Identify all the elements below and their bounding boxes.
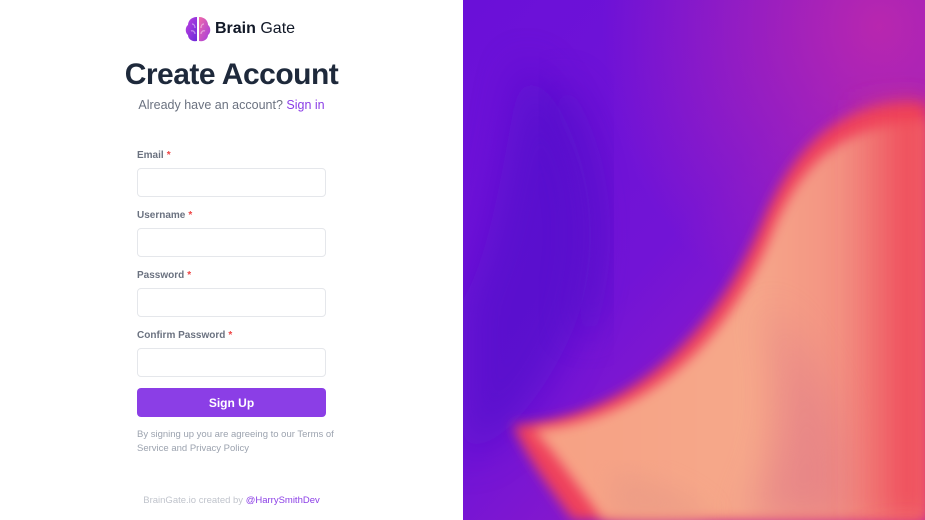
brand-logo[interactable]: Brain Gate [184, 15, 295, 43]
hero-gradient-image [463, 0, 925, 520]
privacy-policy-link[interactable]: Privacy Policy [190, 443, 249, 454]
brand-name-regular: Gate [255, 20, 296, 37]
footer-text: BrainGate.io created by [143, 495, 246, 506]
sign-up-button[interactable]: Sign Up [137, 388, 326, 417]
required-mark: * [228, 330, 233, 341]
username-field[interactable] [137, 228, 326, 257]
required-mark: * [188, 210, 193, 221]
username-label-text: Username [137, 210, 186, 221]
confirm-password-field[interactable] [137, 348, 326, 377]
email-field[interactable] [137, 168, 326, 197]
footer-credit: BrainGate.io created by @HarrySmithDev [0, 495, 463, 506]
required-mark: * [166, 150, 171, 161]
gradient-art [463, 0, 925, 520]
signin-prompt-text: Already have an account? [138, 98, 287, 112]
required-mark: * [187, 270, 192, 281]
password-label: Password * [137, 270, 191, 281]
terms-notice: By signing up you are agreeing to our Te… [137, 428, 337, 456]
confirm-password-label: Confirm Password * [137, 330, 232, 341]
brand-name-bold: Brain [215, 20, 256, 37]
password-label-text: Password [137, 270, 185, 281]
signin-link[interactable]: Sign in [286, 98, 324, 112]
brand-name: Brain Gate [215, 20, 295, 38]
signin-prompt: Already have an account? Sign in [0, 98, 463, 112]
username-label: Username * [137, 210, 192, 221]
brain-logo-icon [185, 17, 211, 42]
email-label: Email * [137, 150, 171, 161]
email-label-text: Email [137, 150, 164, 161]
confirm-password-label-text: Confirm Password [137, 330, 226, 341]
terms-and: and [168, 443, 190, 454]
password-field[interactable] [137, 288, 326, 317]
page-title: Create Account [124, 58, 339, 91]
terms-prefix: By signing up you are agreeing to our [137, 429, 298, 440]
signup-panel: Brain Gate Create Account Already have a… [0, 0, 463, 520]
author-link[interactable]: @HarrySmithDev [246, 495, 320, 506]
